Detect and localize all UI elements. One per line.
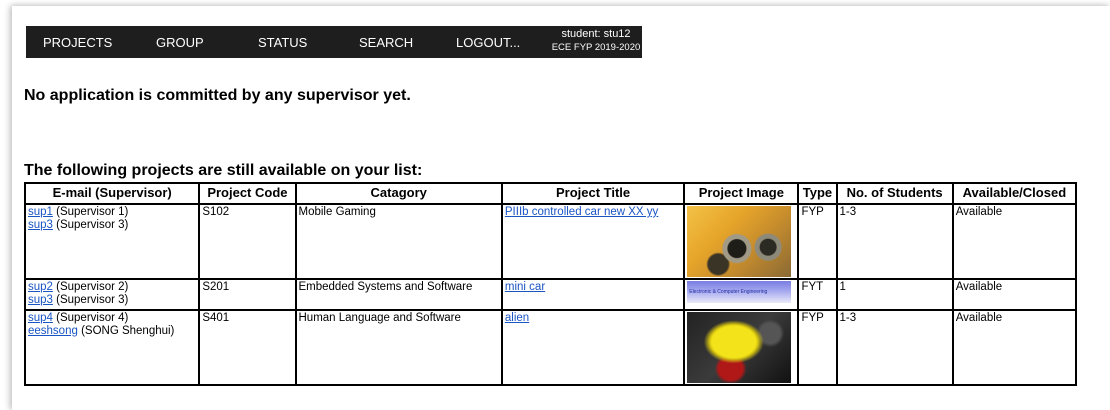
course-label: ECE FYP 2019-2020 [551, 42, 641, 53]
project-category: Mobile Gaming [294, 203, 503, 280]
col-header-email: E-mail (Supervisor) [23, 182, 201, 205]
student-count: 1-3 [835, 203, 954, 280]
nav-logout[interactable]: LOGOUT... [456, 35, 520, 50]
supervisor-email-link[interactable]: sup3 [28, 294, 53, 306]
status-message: No application is committed by any super… [24, 87, 411, 104]
top-navbar: PROJECTS GROUP STATUS SEARCH LOGOUT... s… [26, 26, 642, 58]
supervisor-email-link[interactable]: eeshsong [28, 325, 78, 337]
supervisor-cell: sup2 (Supervisor 2) sup3 (Supervisor 3) [23, 278, 201, 311]
project-image[interactable]: Electronic & Computer Engineering [687, 281, 792, 303]
project-code: S201 [198, 278, 297, 311]
project-code: S102 [198, 203, 297, 280]
project-title-link[interactable]: mini car [505, 281, 545, 293]
project-type: FYP [797, 203, 838, 280]
col-header-students: No. of Students [835, 182, 954, 205]
project-category: Human Language and Software [294, 309, 503, 386]
project-type: FYT [797, 278, 838, 311]
project-title-cell: alien [500, 309, 686, 386]
project-title-link[interactable]: alien [505, 312, 529, 324]
availability-status: Available [951, 278, 1078, 311]
section-heading: The following projects are still availab… [24, 162, 423, 179]
projects-table: E-mail (Supervisor) Project Code Catagor… [23, 182, 1078, 386]
project-code: S401 [198, 309, 297, 386]
col-header-availability: Available/Closed [951, 182, 1078, 205]
project-title-link[interactable]: PIIIb controlled car new XX yy [505, 206, 658, 218]
col-header-title: Project Title [500, 182, 686, 205]
project-image-cell [683, 309, 800, 386]
supervisor-email-link[interactable]: sup1 [28, 206, 53, 218]
project-image[interactable] [687, 206, 792, 277]
student-count: 1-3 [835, 309, 954, 386]
project-type: FYP [797, 309, 838, 386]
supervisor-email-link[interactable]: sup2 [28, 281, 53, 293]
nav-status[interactable]: STATUS [258, 35, 307, 50]
col-header-image: Project Image [683, 182, 800, 205]
image-caption: Electronic & Computer Engineering [689, 289, 768, 295]
availability-status: Available [951, 203, 1078, 280]
supervisor-cell: sup1 (Supervisor 1) sup3 (Supervisor 3) [23, 203, 201, 280]
nav-projects[interactable]: PROJECTS [43, 35, 112, 50]
student-count: 1 [835, 278, 954, 311]
user-info: student: stu12 ECE FYP 2019-2020 [551, 28, 641, 54]
supervisor-name: (Supervisor 2) [52, 281, 129, 293]
supervisor-name: (SONG Shenghui) [77, 325, 175, 337]
table-row: sup2 (Supervisor 2) sup3 (Supervisor 3) … [23, 278, 1078, 311]
col-header-category: Catagory [294, 182, 503, 205]
supervisor-name: (Supervisor 3) [52, 294, 129, 306]
project-title-cell: PIIIb controlled car new XX yy [500, 203, 686, 280]
project-image[interactable] [687, 312, 792, 383]
project-image-cell [683, 203, 800, 280]
project-title-cell: mini car [500, 278, 686, 311]
col-header-code: Project Code [198, 182, 297, 205]
supervisor-email-link[interactable]: sup4 [28, 312, 53, 324]
col-header-type: Type [797, 182, 838, 205]
table-header-row: E-mail (Supervisor) Project Code Catagor… [23, 182, 1078, 205]
supervisor-email-link[interactable]: sup3 [28, 219, 53, 231]
supervisor-cell: sup4 (Supervisor 4) eeshsong (SONG Sheng… [23, 309, 201, 386]
project-image-cell: Electronic & Computer Engineering [683, 278, 800, 311]
availability-status: Available [951, 309, 1078, 386]
nav-search[interactable]: SEARCH [359, 35, 413, 50]
table-row: sup1 (Supervisor 1) sup3 (Supervisor 3) … [23, 203, 1078, 280]
project-category: Embedded Systems and Software [294, 278, 503, 311]
nav-group[interactable]: GROUP [156, 35, 204, 50]
student-id: student: stu12 [561, 28, 631, 40]
supervisor-name: (Supervisor 3) [52, 219, 129, 231]
supervisor-name: (Supervisor 4) [52, 312, 129, 324]
supervisor-name: (Supervisor 1) [52, 206, 129, 218]
table-row: sup4 (Supervisor 4) eeshsong (SONG Sheng… [23, 309, 1078, 386]
